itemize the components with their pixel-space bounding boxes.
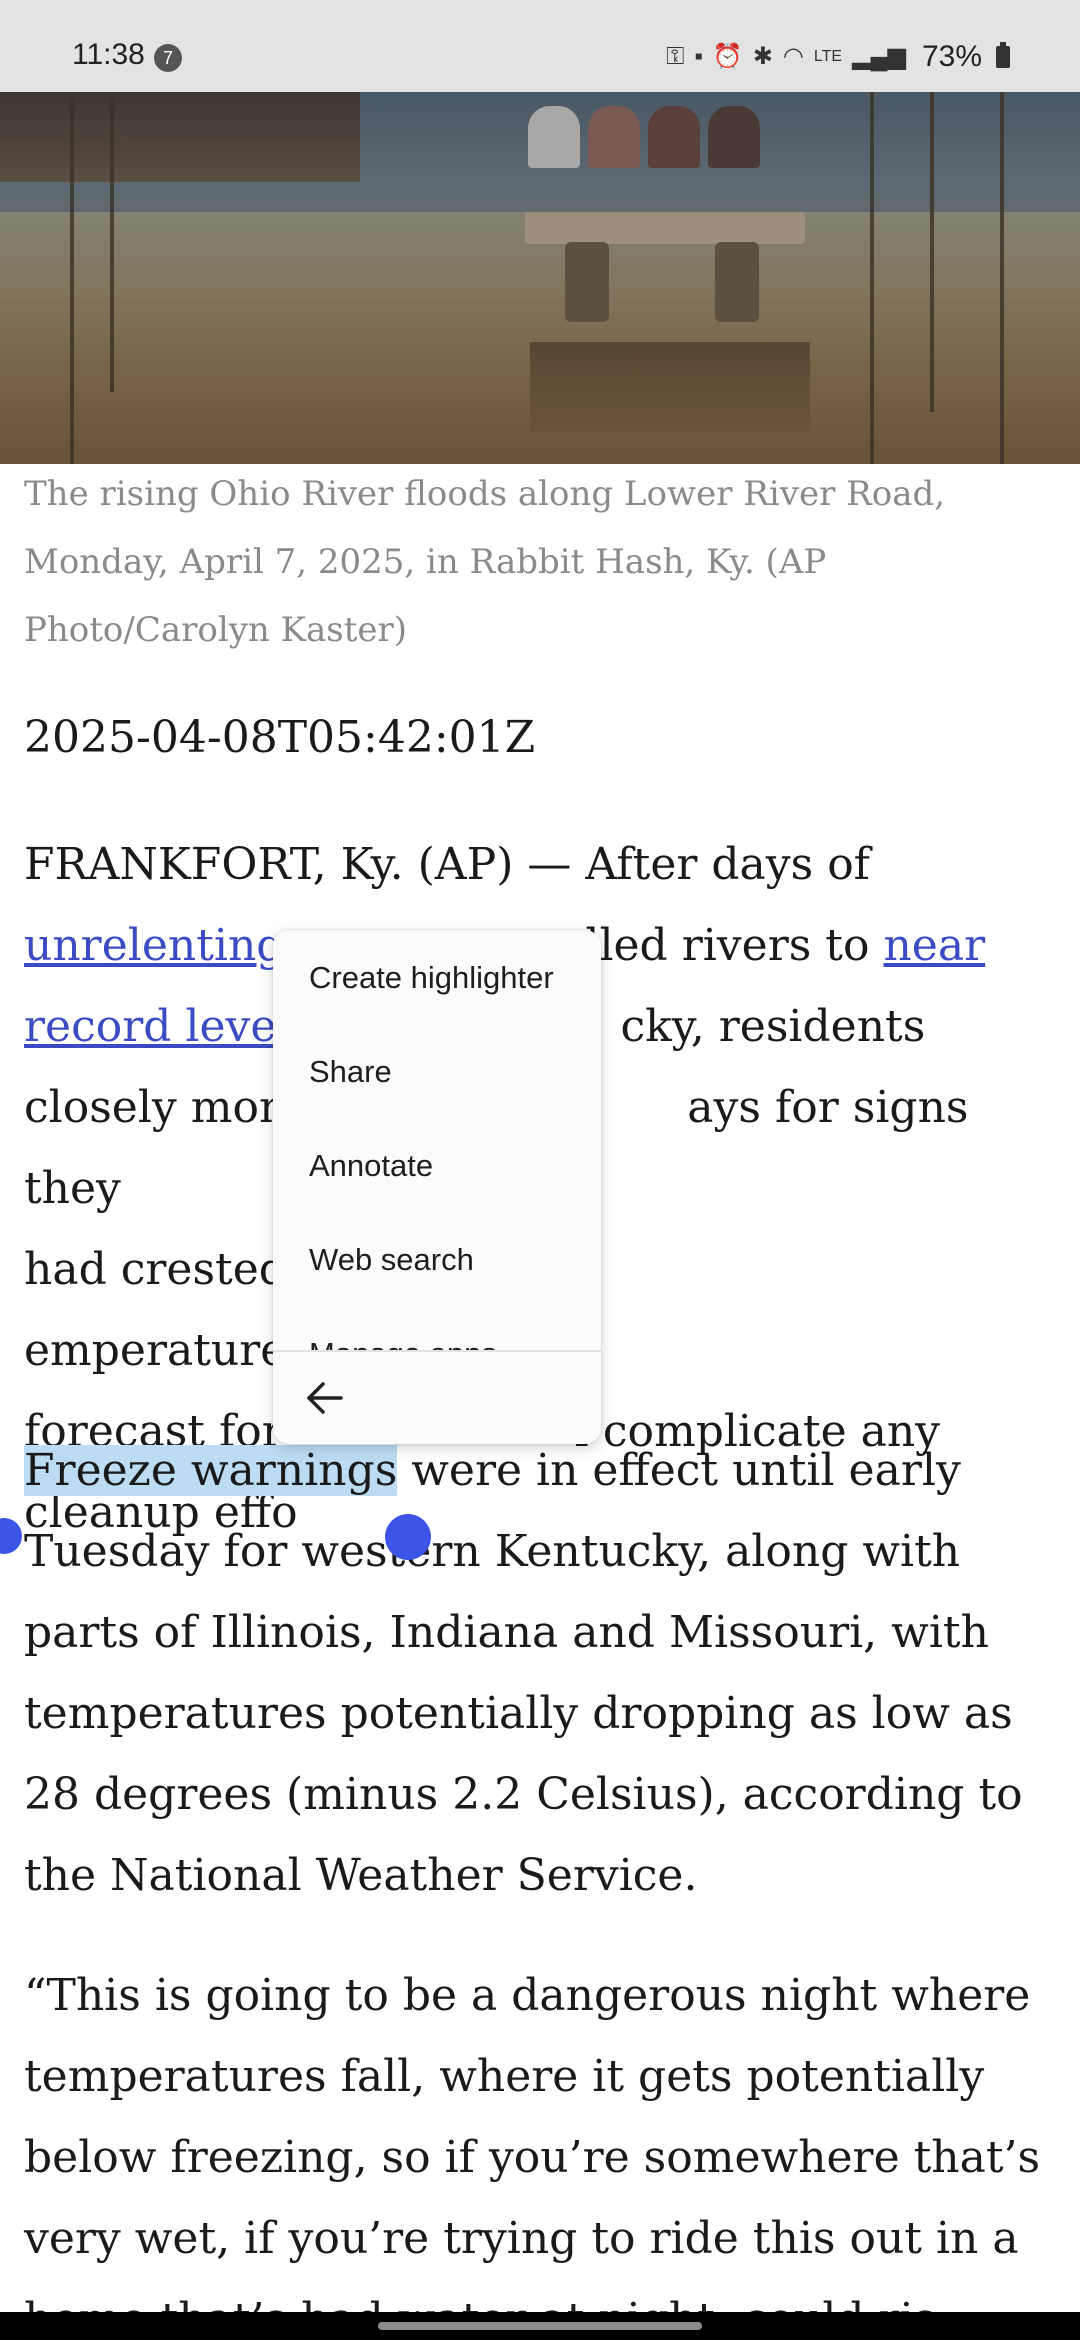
bench-leg: [715, 242, 759, 322]
screen: 11:38 7 ⚿ ▪ ⏰ ✱ ◠ LTE ▂▄▆ 73% The rising…: [0, 0, 1080, 2340]
tree-trunk: [110, 92, 114, 392]
back-arrow-svg: [307, 1382, 343, 1414]
paragraph-text: closely mon: [24, 1082, 288, 1133]
alarm-icon: ⏰: [712, 43, 743, 70]
bench-leg: [565, 242, 609, 322]
menu-item-share[interactable]: Share: [309, 1054, 392, 1090]
app-notification-icon: ▪: [694, 43, 703, 70]
selection-start-handle[interactable]: [0, 1518, 22, 1554]
paragraph-text: cky, residents: [620, 1001, 926, 1052]
article-photo: [0, 92, 1080, 464]
menu-item-create-highlighter[interactable]: Create highlighter: [309, 960, 554, 996]
back-arrow-icon[interactable]: [303, 1378, 347, 1418]
reflection-shape: [530, 342, 810, 432]
selected-text[interactable]: Freeze warnings: [24, 1445, 398, 1496]
navigation-bar: [0, 2312, 1080, 2340]
link-record-level[interactable]: record level: [24, 1001, 290, 1052]
status-icons: ⚿ ▪ ⏰ ✱ ◠ LTE ▂▄▆ 73%: [666, 40, 1010, 74]
tree-trunk: [1000, 92, 1004, 464]
text-selection-menu: Create highlighter Share Annotate Web se…: [273, 930, 601, 1444]
menu-divider: [273, 1350, 601, 1352]
article-paragraph-3: “This is going to be a dangerous night w…: [24, 1970, 1041, 2340]
battery-percent: 73%: [921, 40, 982, 73]
notification-count-badge: 7: [154, 44, 182, 72]
paragraph-text: FRANKFORT, Ky. (AP) — After days of: [24, 839, 870, 890]
paragraph-line: FRANKFORT, Ky. (AP) — After days of: [24, 824, 1054, 905]
article-date: 2025-04-08T05:42:01Z: [24, 712, 536, 763]
wifi-icon: ◠: [782, 43, 804, 70]
menu-item-web-search[interactable]: Web search: [309, 1242, 474, 1278]
lte-icon: LTE: [813, 48, 843, 65]
paragraph-text: emperatures: [24, 1325, 309, 1376]
vpn-key-icon: ⚿: [666, 43, 685, 70]
home-gesture-handle[interactable]: [378, 2322, 702, 2330]
link-unrelenting[interactable]: unrelenting: [24, 920, 284, 971]
dock-shape: [0, 92, 360, 182]
menu-item-annotate[interactable]: Annotate: [309, 1148, 433, 1184]
mailbox: [588, 106, 640, 168]
signal-icon: ▂▄▆: [852, 43, 906, 70]
battery-icon: [996, 42, 1010, 68]
link-near[interactable]: near: [883, 920, 985, 971]
mailbox: [708, 106, 760, 168]
menu-list: Create highlighter Share Annotate Web se…: [273, 930, 601, 1350]
mailbox-bench: [525, 212, 805, 244]
bluetooth-icon: ✱: [752, 43, 773, 70]
tree-trunk: [870, 92, 874, 464]
status-bar: 11:38 7 ⚿ ▪ ⏰ ✱ ◠ LTE ▂▄▆ 73%: [0, 0, 1080, 92]
article-paragraph-2: Freeze warnings were in effect until ear…: [24, 1430, 1054, 1916]
paragraph-text: were in effect until early Tuesday for w…: [24, 1445, 1023, 1901]
tree-trunk: [70, 92, 74, 464]
menu-item-manage-apps[interactable]: Manage apps: [309, 1336, 497, 1350]
photo-caption: The rising Ohio River floods along Lower…: [24, 474, 946, 650]
selection-end-handle[interactable]: [385, 1514, 431, 1560]
status-time: 11:38: [72, 38, 145, 71]
mailbox: [528, 106, 580, 168]
tree-trunk: [930, 92, 934, 412]
mailbox: [648, 106, 700, 168]
paragraph-text: had crested: [24, 1244, 287, 1295]
